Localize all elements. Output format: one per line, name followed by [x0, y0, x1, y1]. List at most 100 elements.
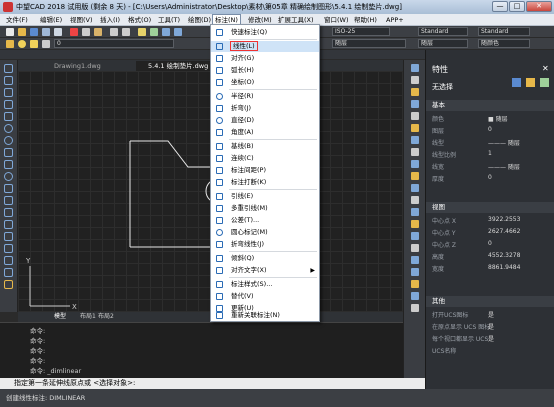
quick-select-icon[interactable] [540, 78, 549, 87]
array-icon[interactable] [411, 112, 419, 120]
menu-item-space[interactable]: 标注间距(P) [211, 165, 319, 176]
prop-value[interactable]: 4552.3278 [488, 252, 520, 259]
open-icon[interactable] [18, 28, 26, 36]
stretch-icon[interactable] [411, 160, 419, 168]
scale-icon[interactable] [411, 148, 419, 156]
menu-item-arc-length[interactable]: 弧长(H) [211, 65, 319, 76]
make-block-icon[interactable] [4, 208, 13, 217]
break-icon[interactable] [411, 196, 419, 204]
zoom-window-icon[interactable] [162, 28, 170, 36]
extend-icon[interactable] [411, 184, 419, 192]
area-icon[interactable] [411, 268, 419, 276]
cut-icon[interactable] [70, 28, 78, 36]
menu-item-diameter[interactable]: 直径(D) [211, 115, 319, 126]
mtext-icon[interactable] [4, 280, 13, 289]
circle-icon[interactable] [4, 136, 13, 145]
chamfer-icon[interactable] [411, 220, 419, 228]
copy-icon[interactable] [82, 28, 90, 36]
menu-item-baseline[interactable]: 基线(B) [211, 141, 319, 152]
polyline-icon[interactable] [4, 88, 13, 97]
fillet-icon[interactable] [411, 232, 419, 240]
menu-view[interactable]: 视图(V) [68, 14, 95, 26]
prop-value[interactable]: 3922.2553 [488, 216, 520, 223]
menu-item-continue[interactable]: 连续(C) [211, 153, 319, 164]
tab-model[interactable]: 模型 [54, 312, 66, 322]
plotstyle-combo[interactable]: 随颜色 [478, 39, 530, 48]
trim-icon[interactable] [411, 172, 419, 180]
prop-value[interactable]: 是 [488, 334, 494, 343]
menu-format[interactable]: 格式(O) [126, 14, 153, 26]
menu-item-leader[interactable]: 引线(E) [211, 191, 319, 202]
section-view[interactable]: 视图 [426, 202, 554, 213]
minimize-button[interactable]: — [492, 1, 508, 12]
prop-value[interactable]: ——— 随层 [488, 162, 520, 171]
menu-item-oblique[interactable]: 倾斜(Q) [211, 253, 319, 264]
construction-line-icon[interactable] [4, 76, 13, 85]
new-icon[interactable] [6, 28, 14, 36]
redo-icon[interactable] [122, 28, 130, 36]
section-misc[interactable]: 其他 [426, 296, 554, 307]
explode-icon[interactable] [411, 244, 419, 252]
textstyle-combo[interactable]: Standard [418, 27, 468, 36]
dist-icon[interactable] [411, 256, 419, 264]
menu-item-jogged-linear[interactable]: 折弯线性(J) [211, 239, 319, 250]
menu-item-override[interactable]: 替代(V) [211, 291, 319, 302]
menu-insert[interactable]: 插入(I) [98, 14, 122, 26]
menu-item-aligned[interactable]: 对齐(G) [211, 53, 319, 64]
close-button[interactable]: ✕ [526, 1, 552, 12]
zoom-icon[interactable] [150, 28, 158, 36]
preview-icon[interactable] [54, 28, 62, 36]
paste-icon[interactable] [94, 28, 102, 36]
menu-item-tolerance[interactable]: 公差(T)... [211, 215, 319, 226]
layer-combo[interactable]: 0 [54, 39, 174, 48]
toggle-pickadd-icon[interactable] [512, 78, 521, 87]
prop-value[interactable]: 0 [488, 174, 492, 181]
tablestyle-combo[interactable]: Standard [478, 27, 530, 36]
line-tool-icon[interactable] [4, 64, 13, 73]
revcloud-icon[interactable] [4, 148, 13, 157]
maximize-button[interactable]: □ [509, 1, 525, 12]
prop-value[interactable]: 1 [488, 150, 492, 157]
layers-icon[interactable] [411, 292, 419, 300]
gradient-icon[interactable] [4, 244, 13, 253]
table-icon[interactable] [4, 268, 13, 277]
tab-layout1[interactable]: 布局1 [80, 312, 96, 322]
dimstyle-combo-1[interactable]: ISO-25 [332, 27, 390, 36]
design-center-icon[interactable] [411, 304, 419, 312]
tab-drawing1[interactable]: Drawing1.dwg [42, 61, 132, 71]
menu-item-dimstyle[interactable]: 标注样式(S)... [211, 279, 319, 290]
mirror-icon[interactable] [411, 88, 419, 96]
prop-value[interactable]: 2627.4662 [488, 228, 520, 235]
layer-manager-icon[interactable] [6, 40, 14, 48]
prop-value[interactable]: 是 [488, 322, 494, 331]
menu-item-break[interactable]: 标注打断(K) [211, 177, 319, 188]
menu-window[interactable]: 窗口(W) [322, 14, 351, 26]
copy-object-icon[interactable] [411, 76, 419, 84]
prop-value[interactable]: ——— 随层 [488, 138, 520, 147]
join-icon[interactable] [411, 208, 419, 216]
arc-icon[interactable] [4, 124, 13, 133]
menu-item-jog[interactable]: 折弯(J) [211, 103, 319, 114]
prop-value[interactable]: 0 [488, 126, 492, 133]
properties-icon[interactable] [411, 280, 419, 288]
pan-icon[interactable] [138, 28, 146, 36]
offset-icon[interactable] [411, 100, 419, 108]
close-panel-icon[interactable]: ✕ [542, 64, 549, 73]
select-objects-icon[interactable] [526, 78, 535, 87]
point-icon[interactable] [4, 220, 13, 229]
sun-icon[interactable] [30, 40, 38, 48]
prop-value[interactable]: 是 [488, 310, 494, 319]
rectangle-icon[interactable] [4, 112, 13, 121]
erase-icon[interactable] [411, 64, 419, 72]
menu-item-align-text[interactable]: 对齐文字(X) ▶ [211, 265, 319, 276]
lock-icon[interactable] [42, 40, 50, 48]
move-icon[interactable] [411, 124, 419, 132]
menu-item-center-mark[interactable]: 圆心标记(M) [211, 227, 319, 238]
zoom-previous-icon[interactable] [174, 28, 182, 36]
ellipse-icon[interactable] [4, 172, 13, 181]
menu-item-mleader[interactable]: 多重引线(M) [211, 203, 319, 214]
menu-item-reassociate[interactable]: 重新关联标注(N) [211, 310, 319, 321]
undo-icon[interactable] [110, 28, 118, 36]
menu-item-radius[interactable]: 半径(R) [211, 91, 319, 102]
insert-block-icon[interactable] [4, 196, 13, 205]
